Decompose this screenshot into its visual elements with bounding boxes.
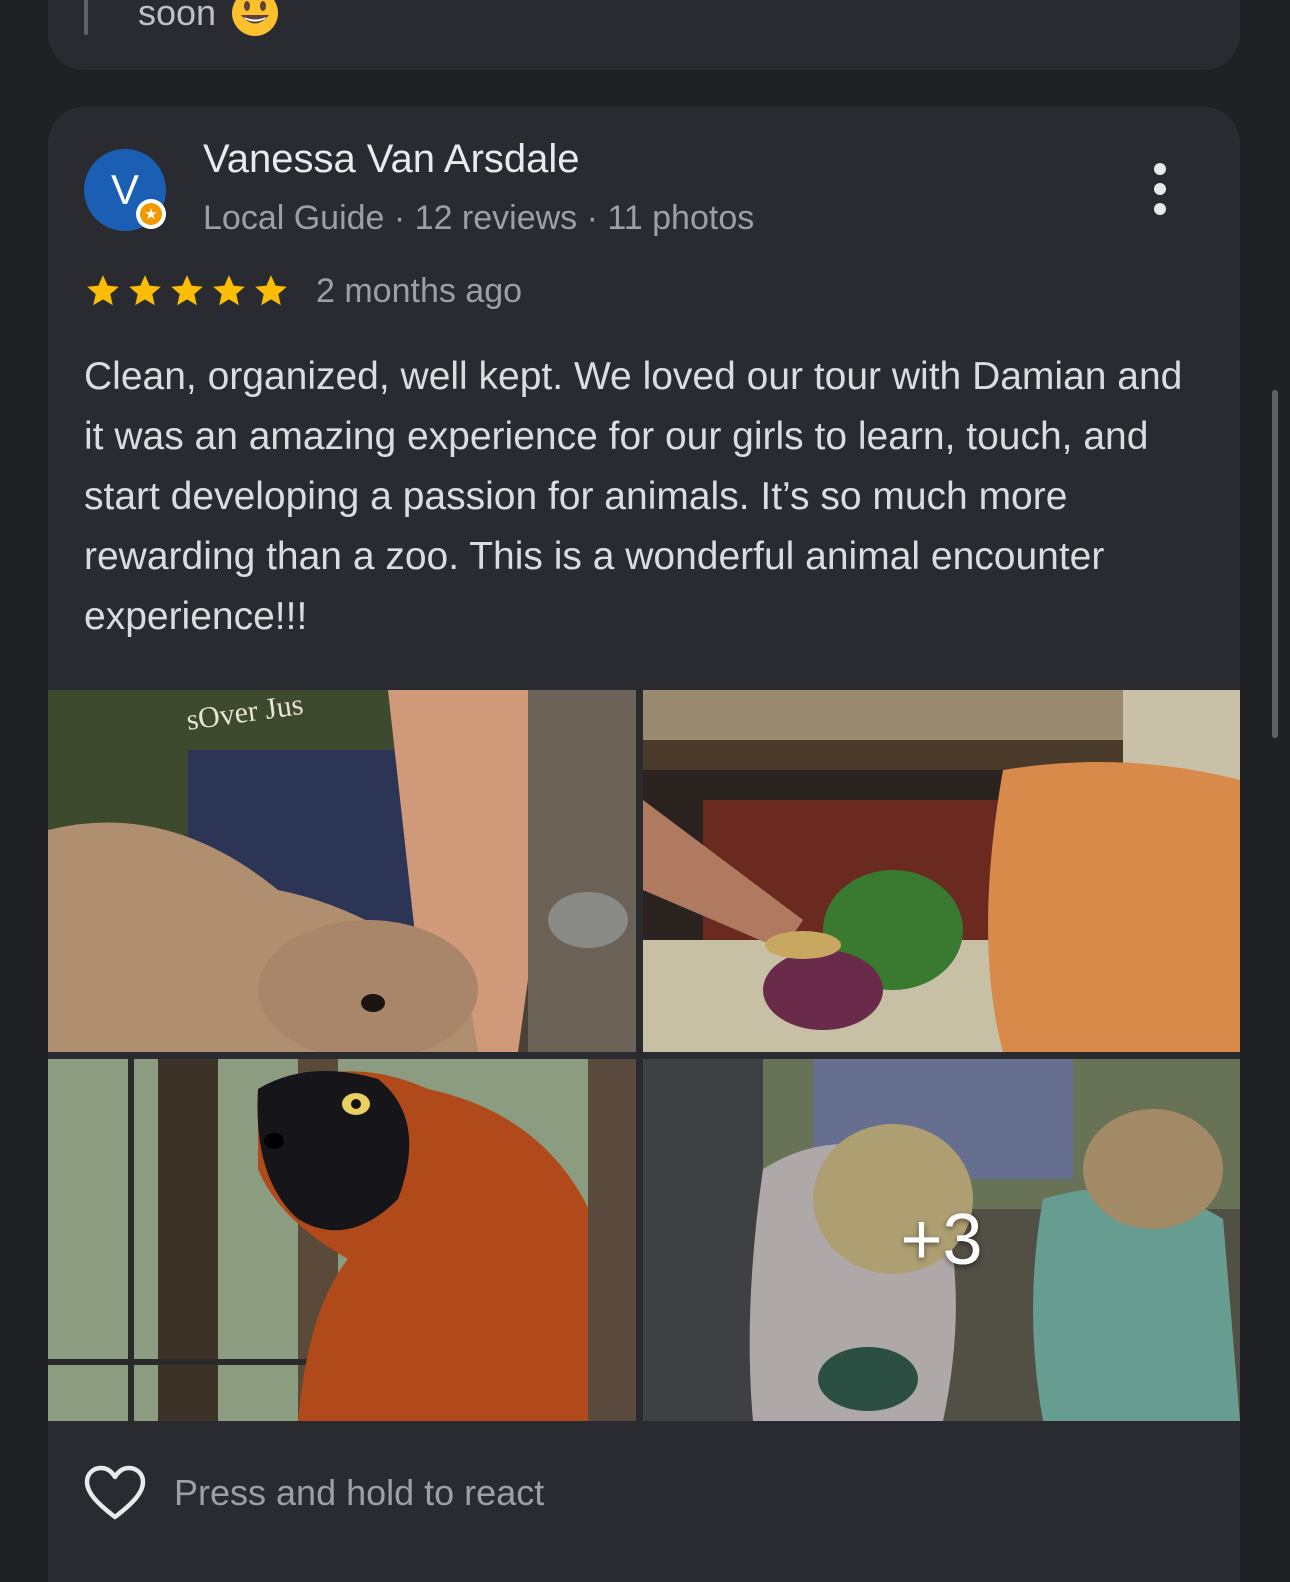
photo-grid: sOver Jus +3 xyxy=(48,690,1240,1421)
review-photo-gecko-enclosure[interactable] xyxy=(643,690,1240,1052)
reviews-page: soon V ★ Vanessa Van Arsdale Local Guide… xyxy=(0,0,1290,1582)
star-icon xyxy=(255,275,287,306)
review-card: V ★ Vanessa Van Arsdale Local Guide · 12… xyxy=(48,107,1240,1582)
local-guide-badge-icon: ★ xyxy=(136,199,166,229)
dot-icon xyxy=(1154,203,1166,215)
reviewer-meta: Local Guide · 12 reviews · 11 photos xyxy=(203,199,755,237)
previous-review-card[interactable]: soon xyxy=(48,0,1240,70)
quote-bar xyxy=(84,0,88,35)
react-label: Press and hold to react xyxy=(174,1472,545,1513)
review-date: 2 months ago xyxy=(316,271,523,310)
more-options-button[interactable] xyxy=(1140,159,1180,219)
react-button[interactable]: Press and hold to react xyxy=(84,1463,544,1523)
avatar-letter: V xyxy=(110,166,139,213)
review-photo-more[interactable]: +3 xyxy=(643,1059,1240,1421)
star-icon xyxy=(213,275,245,306)
star-icon xyxy=(87,275,119,306)
review-text: Clean, organized, well kept. We loved ou… xyxy=(84,355,1183,638)
smiling-face-icon xyxy=(230,0,280,38)
review-photo-prairie-dog[interactable]: sOver Jus xyxy=(48,690,636,1052)
heart-icon xyxy=(84,1465,146,1520)
dot-icon xyxy=(1154,183,1166,195)
previous-review-text: soon xyxy=(138,0,280,38)
star-rating xyxy=(84,272,290,310)
reviewer-name[interactable]: Vanessa Van Arsdale xyxy=(203,137,580,182)
rating-row: 2 months ago xyxy=(84,269,522,313)
dot-icon xyxy=(1154,163,1166,175)
star-icon xyxy=(129,275,161,306)
star-icon xyxy=(171,275,203,306)
review-photo-lemur[interactable] xyxy=(48,1059,636,1421)
previous-review-text-tail: soon xyxy=(138,0,217,33)
scrollbar[interactable] xyxy=(1272,390,1278,738)
more-photos-count: +3 xyxy=(900,1200,983,1280)
